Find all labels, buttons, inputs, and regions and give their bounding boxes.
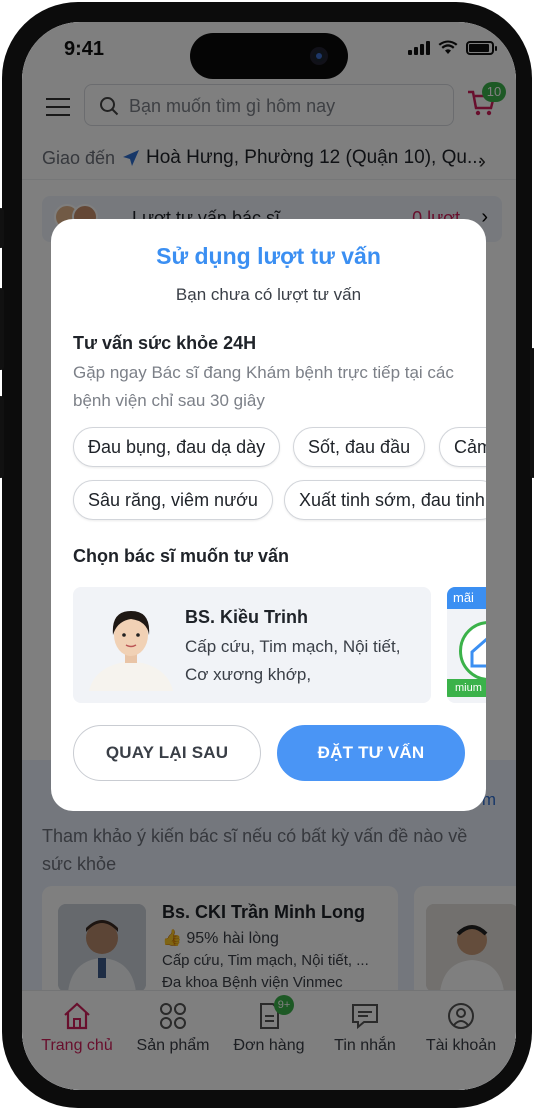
volume-down-button <box>0 396 4 478</box>
modal-title: Sử dụng lượt tư vấn <box>156 243 381 269</box>
section-title: Chọn bác sĩ muốn tư vấn <box>73 546 290 566</box>
mute-button <box>0 208 4 248</box>
phone-frame: 9:41 Bạn muố <box>0 2 534 1108</box>
premium-badge: mium <box>447 679 486 697</box>
section-title: Tư vấn sức khỏe 24H <box>73 333 257 353</box>
symptom-chip[interactable]: Sốt, đau đầu <box>293 427 426 467</box>
doctor-option-card[interactable]: mãi mium <box>447 587 486 703</box>
book-consult-button[interactable]: ĐẶT TƯ VẤN <box>277 725 465 781</box>
doctor-avatar <box>89 611 173 691</box>
power-button <box>530 348 534 478</box>
section-description: Gặp ngay Bác sĩ đang Khám bệnh trực tiếp… <box>73 363 454 410</box>
symptom-chip[interactable]: Xuất tinh sớm, đau tinh <box>284 480 486 520</box>
back-later-button[interactable]: QUAY LẠI SAU <box>73 725 261 781</box>
doctor-specialty: Cấp cứu, Tim mạch, Nội tiết, Cơ xương kh… <box>185 637 401 684</box>
doctor-option-card[interactable]: BS. Kiều Trinh Cấp cứu, Tim mạch, Nội ti… <box>73 587 431 703</box>
consult-modal: Sử dụng lượt tư vấn Bạn chưa có lượt tư … <box>51 219 486 811</box>
screen: 9:41 Bạn muố <box>22 22 516 1090</box>
modal-subtitle: Bạn chưa có lượt tư vấn <box>175 285 362 304</box>
symptom-chip[interactable]: Cảm <box>439 427 486 467</box>
symptom-chip[interactable]: Sâu răng, viêm nướu <box>73 480 273 520</box>
doctor-name: BS. Kiều Trinh <box>185 607 309 627</box>
hospital-logo-icon <box>459 621 486 681</box>
symptom-chip[interactable]: Đau bụng, đau dạ dày <box>73 427 281 467</box>
promo-badge: mãi <box>447 587 486 609</box>
volume-up-button <box>0 288 4 370</box>
